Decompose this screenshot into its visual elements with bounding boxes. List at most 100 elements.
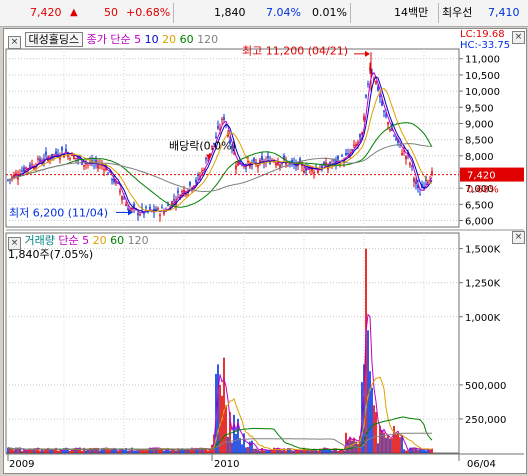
- candle-body: [223, 117, 225, 120]
- candle-body: [221, 119, 223, 121]
- current-price: 7,420: [30, 6, 62, 19]
- preferred-label: 최우선: [442, 6, 473, 19]
- volume-bar: [371, 387, 373, 453]
- volume-bar: [297, 450, 299, 453]
- candle-body: [393, 135, 395, 137]
- volume-bar: [23, 450, 25, 453]
- candle-body: [61, 147, 63, 151]
- volume-bar: [417, 449, 419, 453]
- price-legend: × 대성홀딩스 종가 단순 5 10 20 60 120: [8, 31, 218, 49]
- candle-body: [103, 169, 105, 171]
- divider: [173, 3, 174, 23]
- volume-bar: [409, 447, 411, 453]
- volume-bar: [281, 450, 283, 453]
- candle-body: [287, 165, 289, 167]
- candle-body: [233, 153, 235, 155]
- volume-bar: [193, 449, 195, 453]
- volume-bar: [429, 450, 431, 453]
- volume-bar: [207, 450, 209, 453]
- candle-body: [241, 165, 243, 167]
- candle-body: [75, 157, 77, 159]
- volume-bar: [133, 450, 135, 453]
- x-axis-label: 06/04: [467, 459, 496, 470]
- volume-bar: [375, 412, 377, 453]
- volume-bar: [337, 450, 339, 453]
- volume-bar: [247, 446, 249, 453]
- volume-bar: [419, 448, 421, 453]
- volume-bar: [219, 384, 221, 453]
- volume-bar: [81, 450, 83, 453]
- ma5-legend: 5: [134, 33, 142, 46]
- volume-bar: [67, 449, 69, 453]
- volume-bar: [393, 425, 395, 453]
- candle-body: [137, 213, 139, 216]
- candle-body: [83, 164, 85, 167]
- stock-name[interactable]: 대성홀딩스: [24, 32, 84, 47]
- candle-body: [217, 126, 219, 129]
- price-tick-label: 9,000: [465, 119, 494, 130]
- volume-bar: [135, 450, 137, 453]
- volume-bar: [293, 450, 295, 453]
- candle-body: [37, 158, 39, 160]
- candle-body: [365, 94, 367, 97]
- volume-bar: [189, 449, 191, 453]
- volume-bar: [253, 448, 255, 453]
- volume-bar: [31, 449, 33, 453]
- candle-body: [201, 170, 203, 172]
- dividend-annotation: 배당락(0.0%): [169, 139, 236, 152]
- chart-area[interactable]: 11,000 10,500 10,000 9,500 9,000 8,500 8,000 7,…: [3, 28, 527, 474]
- close-icon[interactable]: ×: [8, 36, 21, 49]
- candle-body: [363, 116, 365, 121]
- candle-body: [177, 190, 179, 193]
- volume-bar: [109, 449, 111, 453]
- candle-body: [413, 178, 415, 183]
- volume-bar: [343, 450, 345, 453]
- candle-body: [409, 162, 411, 166]
- volume-ratio: 7.04%: [266, 6, 301, 19]
- candle-body: [257, 165, 259, 168]
- volume-bar: [307, 449, 309, 453]
- candle-body: [45, 151, 47, 155]
- volume-bar: [369, 371, 371, 453]
- volume-bar: [161, 449, 163, 453]
- volume-bar: [261, 447, 263, 453]
- volume-bar: [357, 443, 359, 453]
- candle-body: [189, 181, 191, 186]
- volume-tick-label: 1,500K: [465, 245, 501, 256]
- volume-bar: [395, 434, 397, 453]
- candle-body: [161, 207, 163, 209]
- trade-amount: 14백만: [394, 6, 429, 19]
- volume-bar: [209, 449, 211, 453]
- volume-bar: [187, 449, 189, 453]
- current-change-tag-label: 0.68%: [467, 185, 499, 196]
- close-icon[interactable]: ×: [512, 31, 525, 44]
- volume-bar: [59, 450, 61, 453]
- price-tick-label: 8,000: [465, 152, 494, 163]
- candle-body: [31, 163, 33, 165]
- volume-bar: [245, 447, 247, 453]
- candle-body: [123, 198, 125, 200]
- candle-body: [55, 151, 57, 155]
- volume-bar: [249, 441, 251, 453]
- volume-bar: [57, 450, 59, 453]
- price-tick-label: 11,000: [465, 55, 500, 66]
- candle-body: [395, 138, 397, 140]
- candle-body: [235, 165, 237, 170]
- x-axis-label: 2009: [9, 459, 34, 470]
- volume: 1,840: [214, 6, 246, 19]
- volume-bar: [9, 448, 11, 453]
- candle-body: [145, 207, 147, 209]
- price-tick-label: 6,000: [465, 217, 494, 228]
- candle-body: [359, 133, 361, 138]
- volume-tick-label: 250,000: [465, 415, 506, 426]
- volume-bar: [235, 433, 237, 453]
- volume-bar: [13, 450, 15, 453]
- turnover-rate: 0.01%: [312, 6, 347, 19]
- candle-body: [415, 181, 417, 185]
- volume-bar: [169, 450, 171, 453]
- close-icon[interactable]: ×: [512, 231, 525, 244]
- volume-bar: [353, 437, 355, 453]
- volume-bar: [69, 450, 71, 453]
- price-panel-frame: [5, 48, 460, 228]
- volume-bar: [77, 449, 79, 453]
